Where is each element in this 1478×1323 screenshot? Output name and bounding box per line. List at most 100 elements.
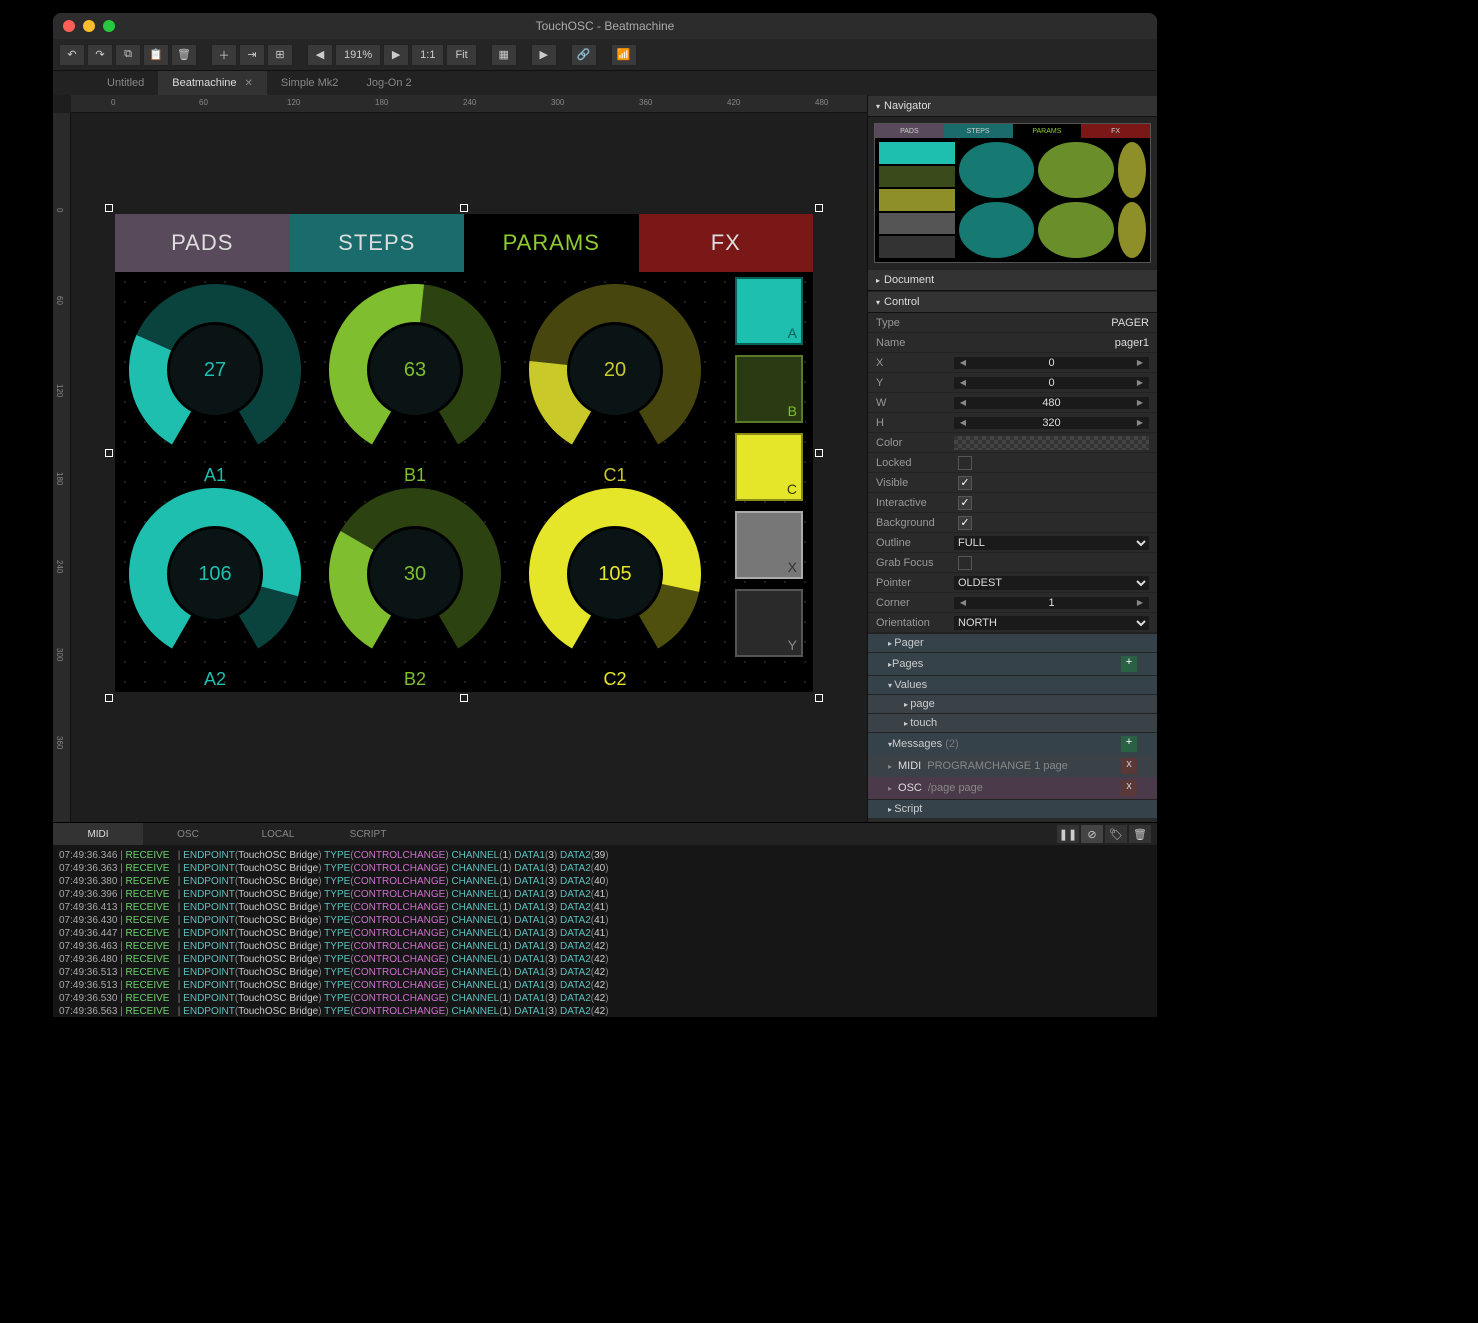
prop-color[interactable]: Color	[868, 433, 1157, 453]
knob-a2[interactable]: 106 A2	[125, 484, 305, 664]
knob-a1[interactable]: 27 A1	[125, 280, 305, 460]
minimize-icon[interactable]	[83, 20, 95, 32]
zoom-level[interactable]: 191%	[335, 44, 381, 66]
resize-handle[interactable]	[105, 694, 113, 702]
pager-control[interactable]: PADS STEPS PARAMS FX ABCXY 27 A1 63 B1	[115, 214, 813, 692]
messages-subheader[interactable]: Messages (2)+	[868, 732, 1157, 755]
log-filter-button[interactable]: 🏷	[1105, 825, 1127, 843]
resize-handle[interactable]	[460, 694, 468, 702]
side-button-a[interactable]: A	[735, 277, 803, 345]
message-midi-row[interactable]: MIDIPROGRAMCHANGE 1 pagex	[868, 755, 1157, 777]
zoom-actual-button[interactable]: 1:1	[411, 44, 444, 66]
maximize-icon[interactable]	[103, 20, 115, 32]
prop-background[interactable]: Background✓	[868, 513, 1157, 533]
log-tab-midi[interactable]: MIDI	[53, 823, 143, 845]
prop-orientation[interactable]: OrientationNORTH	[868, 613, 1157, 633]
stepper-dec-icon[interactable]: ◀	[954, 358, 972, 367]
checkbox[interactable]: ✓	[958, 516, 972, 530]
wifi-button[interactable]: 📶	[611, 44, 637, 66]
redo-button[interactable]: ↷	[87, 44, 113, 66]
doc-tab-beatmachine[interactable]: Beatmachine✕	[158, 71, 267, 95]
prop-locked[interactable]: Locked	[868, 453, 1157, 473]
import-button[interactable]: ⇥	[239, 44, 265, 66]
resize-handle[interactable]	[460, 204, 468, 212]
stepper-inc-icon[interactable]: ▶	[1131, 358, 1149, 367]
checkbox[interactable]: ✓	[958, 496, 972, 510]
grid-button[interactable]: ▦	[491, 44, 517, 66]
stepper-dec-icon[interactable]: ◀	[954, 398, 972, 407]
pages-subheader[interactable]: Pages+	[868, 652, 1157, 675]
log-clear-button[interactable]: 🗑	[1129, 825, 1151, 843]
script-subheader[interactable]: Script	[868, 799, 1157, 818]
pager-tab-pads[interactable]: PADS	[115, 214, 290, 272]
log-scroll-button[interactable]: ⊘	[1081, 825, 1103, 843]
zoom-out-button[interactable]: ◀	[307, 44, 333, 66]
paste-button[interactable]: 📋	[143, 44, 169, 66]
prop-grabfocus[interactable]: Grab Focus	[868, 553, 1157, 573]
prop-visible[interactable]: Visible✓	[868, 473, 1157, 493]
resize-handle[interactable]	[105, 204, 113, 212]
stepper-dec-icon[interactable]: ◀	[954, 378, 972, 387]
pager-tab-steps[interactable]: STEPS	[290, 214, 465, 272]
document-section-header[interactable]: Document	[868, 269, 1157, 291]
delete-button[interactable]: 🗑	[171, 44, 197, 66]
values-subheader[interactable]: Values	[868, 675, 1157, 694]
canvas-area[interactable]: PADS STEPS PARAMS FX ABCXY 27 A1 63 B1	[71, 113, 867, 822]
prop-h[interactable]: H◀320▶	[868, 413, 1157, 433]
prop-corner[interactable]: Corner◀1▶	[868, 593, 1157, 613]
side-button-c[interactable]: C	[735, 433, 803, 501]
add-page-button[interactable]: +	[1121, 656, 1137, 672]
add-button[interactable]: ＋	[211, 44, 237, 66]
add-message-button[interactable]: +	[1121, 736, 1137, 752]
prop-outline[interactable]: OutlineFULL	[868, 533, 1157, 553]
undo-button[interactable]: ↶	[59, 44, 85, 66]
close-icon[interactable]	[63, 20, 75, 32]
stepper-inc-icon[interactable]: ▶	[1131, 398, 1149, 407]
log-pause-button[interactable]: ❚❚	[1057, 825, 1079, 843]
log-tab-osc[interactable]: OSC	[143, 823, 233, 845]
checkbox[interactable]	[958, 456, 972, 470]
stepper-inc-icon[interactable]: ▶	[1131, 598, 1149, 607]
zoom-fit-button[interactable]: Fit	[446, 44, 476, 66]
prop-interactive[interactable]: Interactive✓	[868, 493, 1157, 513]
resize-handle[interactable]	[815, 449, 823, 457]
stepper-inc-icon[interactable]: ▶	[1131, 418, 1149, 427]
value-page-row[interactable]: page	[868, 694, 1157, 713]
pager-subheader[interactable]: Pager	[868, 633, 1157, 652]
arrange-button[interactable]: ⊞	[267, 44, 293, 66]
play-button[interactable]: ▶	[531, 44, 557, 66]
log-tab-script[interactable]: SCRIPT	[323, 823, 413, 845]
delete-message-button[interactable]: x	[1121, 780, 1137, 796]
zoom-in-button[interactable]: ▶	[383, 44, 409, 66]
link-button[interactable]: 🔗	[571, 44, 597, 66]
doc-tab-untitled[interactable]: Untitled	[93, 71, 158, 95]
navigator-preview[interactable]: PADS STEPS PARAMS FX	[874, 123, 1151, 263]
knob-b1[interactable]: 63 B1	[325, 280, 505, 460]
prop-y[interactable]: Y◀0▶	[868, 373, 1157, 393]
color-swatch[interactable]	[954, 436, 1149, 450]
control-section-header[interactable]: Control	[868, 291, 1157, 313]
navigator-header[interactable]: Navigator	[868, 95, 1157, 117]
close-tab-icon[interactable]: ✕	[245, 78, 253, 89]
log-body[interactable]: 07:49:36.346 | RECEIVE | ENDPOINT(TouchO…	[53, 845, 1157, 1017]
knob-c2[interactable]: 105 C2	[525, 484, 705, 664]
stepper-dec-icon[interactable]: ◀	[954, 418, 972, 427]
resize-handle[interactable]	[105, 449, 113, 457]
checkbox[interactable]	[958, 556, 972, 570]
prop-x[interactable]: X◀0▶	[868, 353, 1157, 373]
resize-handle[interactable]	[815, 694, 823, 702]
orientation-select[interactable]: NORTH	[954, 616, 1149, 630]
prop-w[interactable]: W◀480▶	[868, 393, 1157, 413]
side-button-b[interactable]: B	[735, 355, 803, 423]
message-osc-row[interactable]: OSC/page pagex	[868, 777, 1157, 799]
resize-handle[interactable]	[815, 204, 823, 212]
doc-tab-jogon2[interactable]: Jog-On 2	[352, 71, 425, 95]
pager-tab-fx[interactable]: FX	[639, 214, 814, 272]
selection-bounds[interactable]: PADS STEPS PARAMS FX ABCXY 27 A1 63 B1	[109, 208, 819, 698]
value-touch-row[interactable]: touch	[868, 713, 1157, 732]
pointer-select[interactable]: OLDEST	[954, 576, 1149, 590]
side-button-y[interactable]: Y	[735, 589, 803, 657]
checkbox[interactable]: ✓	[958, 476, 972, 490]
prop-pointer[interactable]: PointerOLDEST	[868, 573, 1157, 593]
delete-message-button[interactable]: x	[1121, 758, 1137, 774]
